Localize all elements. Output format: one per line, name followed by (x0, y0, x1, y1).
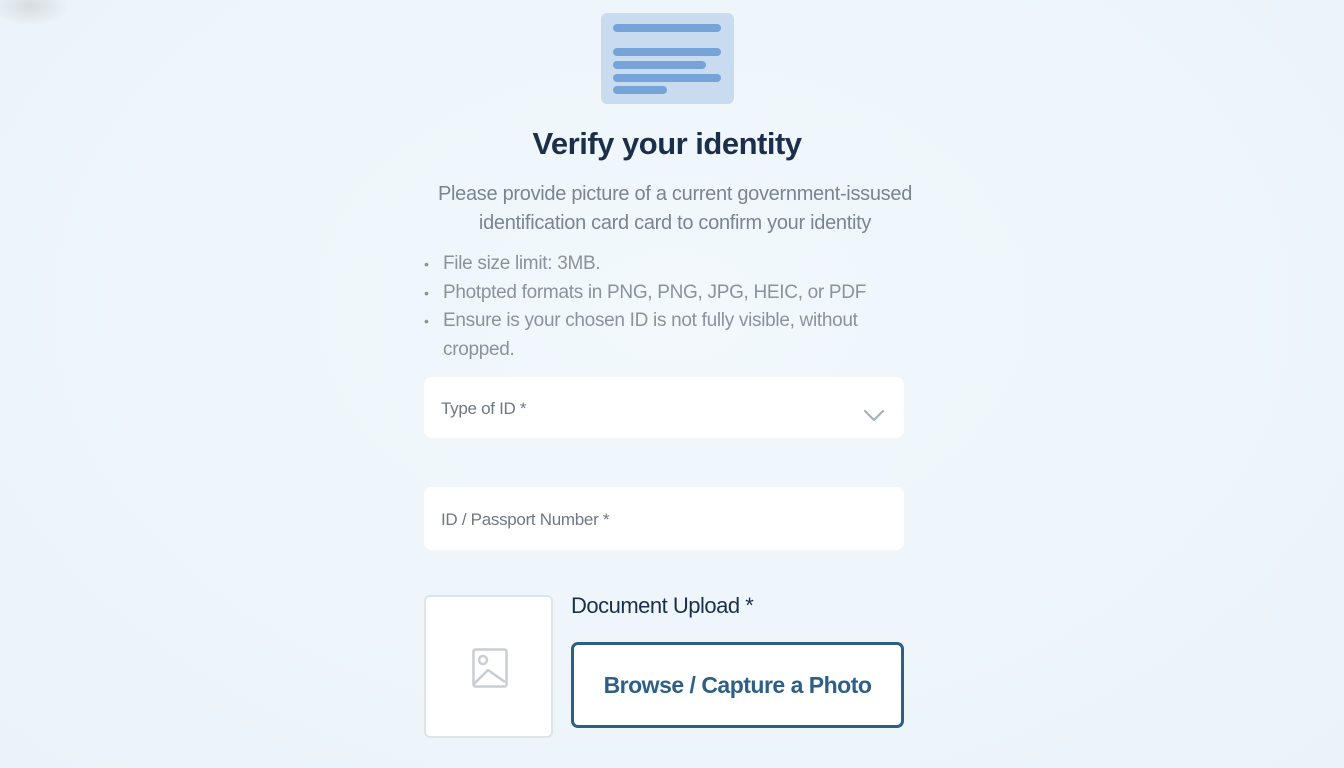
id-type-label: Type of ID * (441, 399, 527, 418)
page-title: Verify your identity (532, 126, 802, 161)
document-upload-label: Document Upload * (571, 593, 754, 618)
id-type-select[interactable]: Type of ID * (424, 377, 904, 438)
requirement-text: File size limit: 3MB. (443, 253, 601, 274)
bullet-icon: • (424, 313, 429, 329)
id-number-placeholder: ID / Passport Number * (441, 510, 610, 529)
page-subtitle: Please provide picture of a current gove… (437, 183, 913, 234)
requirement-text: Ensure is your chosen ID is not fully vi… (443, 310, 858, 360)
id-number-field[interactable]: ID / Passport Number * (424, 487, 904, 550)
requirement-item: • Photpted formats in PNG, PNG, JPG, HEI… (424, 279, 894, 308)
requirement-item: • File size limit: 3MB. (424, 250, 894, 279)
verify-identity-page: Verify your identity Please provide pict… (0, 0, 1344, 768)
image-placeholder-icon (472, 648, 508, 688)
document-preview (424, 595, 553, 738)
requirement-text: Photpted formats in PNG, PNG, JPG, HEIC,… (443, 281, 867, 303)
document-icon (601, 13, 734, 104)
chevron-down-icon (864, 410, 884, 422)
requirement-item: • Ensure is your chosen ID is not fully … (424, 307, 894, 364)
corner-blur (0, 0, 70, 26)
bullet-icon: • (424, 256, 429, 272)
requirements-list: • File size limit: 3MB. • Photpted forma… (424, 250, 894, 364)
bullet-icon: • (424, 284, 429, 301)
browse-capture-button[interactable]: Browse / Capture a Photo (571, 642, 904, 728)
